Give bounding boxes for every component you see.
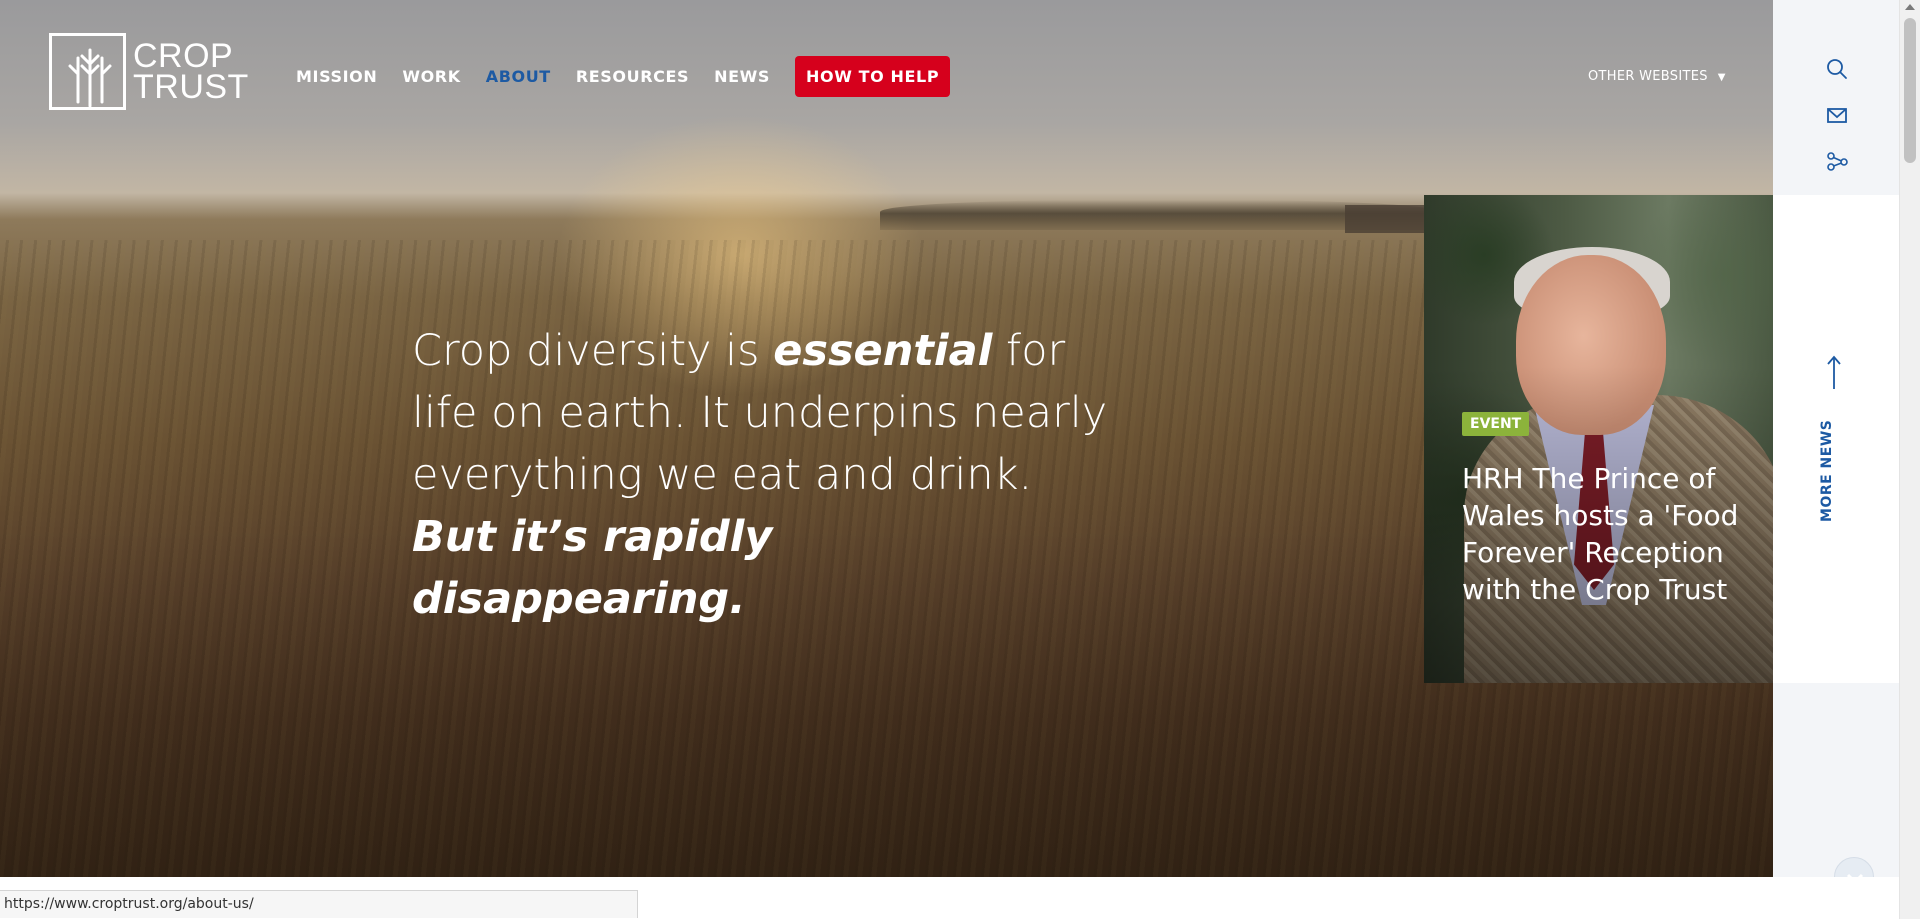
page-scrollbar[interactable] [1899, 0, 1920, 919]
more-news-label: MORE NEWS [1819, 419, 1835, 522]
main-nav: MISSION WORK ABOUT RESOURCES NEWS HOW TO… [296, 56, 951, 97]
page: CROP TRUST MISSION WORK ABOUT RESOURCES … [0, 0, 1920, 919]
crop-trust-logo[interactable]: CROP TRUST [49, 33, 248, 113]
mail-icon[interactable] [1826, 104, 1848, 126]
more-news-link[interactable]: MORE NEWS [1819, 355, 1849, 535]
nav-item-resources[interactable]: RESOURCES [576, 67, 689, 86]
featured-news-card[interactable]: EVENT HRH The Prince of Wales hosts a 'F… [1424, 195, 1773, 683]
hero-tagline: But it’s rapidly disappearing. [412, 512, 773, 624]
other-websites-dropdown[interactable]: OTHER WEBSITES ▼ [1588, 69, 1726, 84]
hero-background: CROP TRUST MISSION WORK ABOUT RESOURCES … [0, 0, 1773, 877]
status-bar-url: https://www.croptrust.org/about-us/ [0, 890, 638, 918]
right-rail: MORE NEWS [1773, 0, 1899, 897]
hero-emphasis: essential [773, 326, 993, 376]
nav-item-work[interactable]: WORK [402, 67, 460, 86]
news-headline[interactable]: HRH The Prince of Wales hosts a 'Food Fo… [1462, 460, 1752, 608]
scrollbar-thumb[interactable] [1904, 18, 1916, 163]
scroll-up-arrow-icon[interactable] [1905, 4, 1915, 10]
nav-item-mission[interactable]: MISSION [296, 67, 377, 86]
arrow-up-icon [1827, 355, 1841, 389]
nav-item-news[interactable]: NEWS [714, 67, 770, 86]
wheat-icon [68, 48, 112, 108]
nav-item-about[interactable]: ABOUT [486, 67, 551, 86]
caret-down-icon: ▼ [1717, 72, 1726, 83]
how-to-help-button[interactable]: HOW TO HELP [795, 56, 951, 97]
logo-wordmark: CROP TRUST [133, 37, 249, 106]
search-icon[interactable] [1826, 58, 1848, 80]
other-websites-label: OTHER WEBSITES [1588, 69, 1708, 84]
share-icon[interactable] [1826, 150, 1848, 172]
event-badge: EVENT [1462, 412, 1530, 436]
hero-headline: Crop diversity is essential for life on … [412, 320, 1112, 630]
